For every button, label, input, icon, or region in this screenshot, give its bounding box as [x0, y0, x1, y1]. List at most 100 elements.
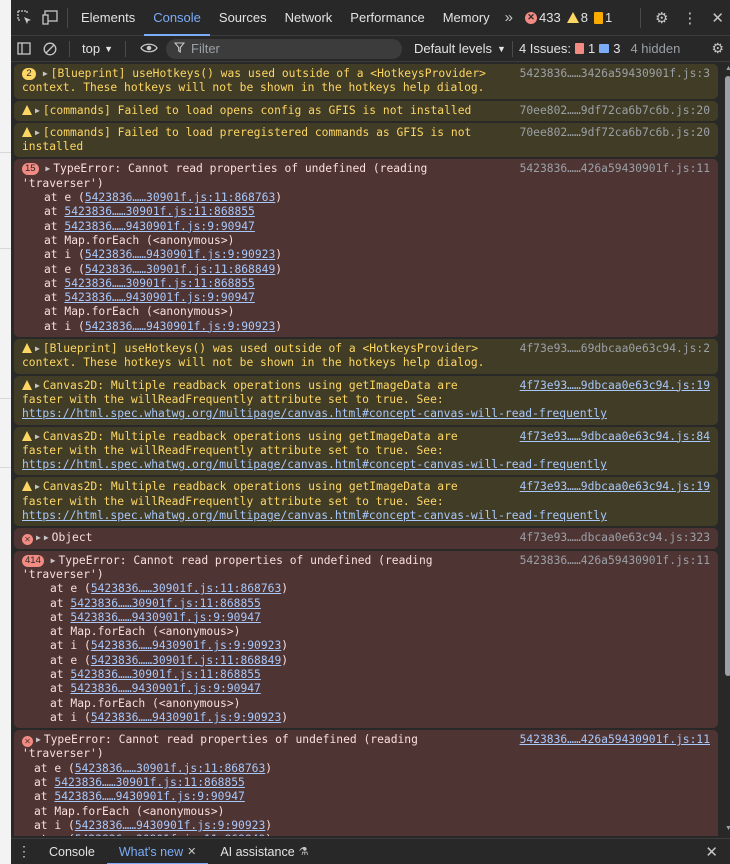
stack-frame-link[interactable]: 5423836……30901f.js:11:868763 [91, 582, 281, 595]
log-levels-dropdown[interactable]: Default levels ▼ [414, 41, 506, 56]
drawer-tab-whats-new[interactable]: What's new ✕ [106, 839, 209, 864]
scroll-up-arrow-icon[interactable]: ▲ [724, 64, 730, 74]
stack-frame-link[interactable]: 5423836……30901f.js:11:868855 [54, 776, 244, 789]
stack-frame-link[interactable]: 5423836……30901f.js:11:868763 [85, 191, 275, 204]
warning-message[interactable]: ▶ Canvas2D: Multiple readback operations … [14, 477, 718, 527]
stack-frame-link[interactable]: 5423836……30901f.js:11:868855 [70, 668, 260, 681]
stack-frame-link[interactable]: 5423836……9430901f.js:9:90923 [75, 819, 265, 832]
message-line: faster with the willReadFrequently attri… [22, 444, 710, 458]
message-line: faster with the willReadFrequently attri… [22, 495, 710, 509]
expand-caret-icon[interactable]: ▶ [51, 556, 56, 565]
message-counts[interactable]: ✕ 433 8 1 [525, 10, 612, 25]
warning-message[interactable]: ▶ [Blueprint] useHotkeys() was used outsi… [14, 339, 718, 374]
expand-caret-icon[interactable]: ▶ [35, 128, 40, 137]
error-message[interactable]: ✕ ▶ TypeError: Cannot read properties of u… [14, 730, 718, 836]
error-message[interactable]: ✕ ▶ ▶ Object 4f73e93……dbcaa0e63c94.js:323 [14, 528, 718, 549]
device-toolbar-icon[interactable] [37, 0, 63, 36]
source-location-link[interactable]: 4f73e93……9dbcaa0e63c94.js:84 [520, 430, 710, 443]
source-location-link[interactable]: 5423836……426a59430901f.js:11 [520, 554, 710, 567]
scroll-down-arrow-icon[interactable]: ▼ [724, 824, 730, 834]
filter-input[interactable]: Filter [166, 38, 402, 59]
hidden-count: 4 hidden [630, 41, 681, 56]
sidebar-toggle-icon[interactable] [11, 42, 37, 55]
message-text: [Blueprint] useHotkeys() was used outsid… [50, 67, 486, 80]
expand-caret-icon[interactable]: ▶ [43, 69, 48, 78]
drawer-tab-console[interactable]: Console [37, 839, 107, 864]
stack-frame-link[interactable]: 5423836……9430901f.js:9:90923 [85, 320, 275, 333]
more-options-icon[interactable]: ⋮ [682, 9, 697, 27]
error-message[interactable]: 414 ▶ TypeError: Cannot read properties o… [14, 550, 718, 729]
documentation-link[interactable]: https://html.spec.whatwg.org/multipage/c… [22, 407, 607, 420]
expand-caret-icon[interactable]: ▶ [35, 432, 40, 441]
message-text: [commands] Failed to load opens config a… [42, 103, 472, 117]
scrollbar-thumb[interactable] [725, 76, 730, 676]
source-location-link[interactable]: 4f73e93……dbcaa0e63c94.js:323 [520, 531, 710, 544]
stack-frame-link[interactable]: 5423836……9430901f.js:9:90923 [85, 248, 275, 261]
stack-frame-link[interactable]: 5423836……9430901f.js:9:90947 [64, 291, 254, 304]
stack-frame-link[interactable]: 5423836……30901f.js:11:868855 [64, 277, 254, 290]
source-location-link[interactable]: 4f73e93……9dbcaa0e63c94.js:19 [520, 480, 710, 493]
expand-caret-icon[interactable]: ▶ [36, 735, 41, 744]
stack-frame-link[interactable]: 5423836……9430901f.js:9:90923 [91, 711, 281, 724]
warning-message[interactable]: ▶ [commands] Failed to load opens config … [14, 100, 718, 121]
stack-frame-link[interactable]: 5423836……30901f.js:11:868849 [75, 833, 265, 836]
stack-frame-link[interactable]: 5423836……9430901f.js:9:90947 [54, 790, 244, 803]
warning-message[interactable]: ▶ Canvas2D: Multiple readback operations … [14, 375, 718, 425]
source-location-link[interactable]: 70ee802……9df72ca6b7c6b.js:20 [520, 126, 710, 139]
stack-frame-link[interactable]: 5423836……30901f.js:11:868763 [75, 762, 265, 775]
tab-memory[interactable]: Memory [434, 0, 499, 36]
close-devtools-icon[interactable]: ✕ [711, 9, 724, 27]
stack-frame-text: at e ( [50, 653, 91, 667]
source-location-link[interactable]: 4f73e93……9dbcaa0e63c94.js:19 [520, 379, 710, 392]
source-location-link[interactable]: 5423836……426a59430901f.js:11 [520, 733, 710, 746]
source-location-link[interactable]: 5423836……426a59430901f.js:11 [520, 162, 710, 175]
documentation-link[interactable]: https://html.spec.whatwg.org/multipage/c… [22, 509, 607, 522]
console-scrollbar[interactable]: ▲ ▼ [724, 62, 730, 836]
source-location-link[interactable]: 4f73e93……69dbcaa0e63c94.js:2 [520, 342, 710, 355]
expand-caret-icon[interactable]: ▶ [35, 482, 40, 491]
tab-sources[interactable]: Sources [210, 0, 276, 36]
clear-console-icon[interactable] [37, 42, 63, 56]
close-tab-icon[interactable]: ✕ [187, 845, 196, 858]
inspect-element-icon[interactable] [11, 0, 37, 36]
tab-elements[interactable]: Elements [72, 0, 144, 36]
drawer-tab-ai-label: AI assistance [220, 844, 295, 859]
issues-counter[interactable]: 4 Issues: 1 3 [519, 41, 621, 56]
tab-network[interactable]: Network [276, 0, 342, 36]
console-filter-bar: top ▼ Filter Default levels ▼ 4 Issues: [11, 36, 730, 62]
drawer-tab-ai-assistance[interactable]: AI assistance ⚗ [208, 839, 320, 864]
source-location-link[interactable]: 70ee802……9df72ca6b7c6b.js:20 [520, 104, 710, 117]
expand-caret-icon[interactable]: ▶ [44, 533, 49, 542]
tab-performance[interactable]: Performance [341, 0, 433, 36]
documentation-link[interactable]: https://html.spec.whatwg.org/multipage/c… [22, 458, 607, 471]
source-location-link[interactable]: 5423836……3426a59430901f.js:3 [520, 67, 710, 80]
expand-caret-icon[interactable]: ▶ [35, 344, 40, 353]
expand-caret-icon[interactable]: ▶ [35, 381, 40, 390]
drawer-menu-icon[interactable]: ⋮ [11, 843, 37, 860]
stack-frame-link[interactable]: 5423836……30901f.js:11:868855 [64, 205, 254, 218]
stack-frame-link[interactable]: 5423836……9430901f.js:9:90923 [91, 639, 281, 652]
stack-frame-link[interactable]: 5423836……9430901f.js:9:90947 [70, 682, 260, 695]
live-expression-eye-icon[interactable] [132, 41, 166, 57]
error-message[interactable]: 15 ▶ TypeError: Cannot read properties of… [14, 159, 718, 338]
more-tabs-icon[interactable]: » [499, 9, 519, 26]
message-text: TypeError: Cannot read properties of und… [53, 162, 428, 176]
warning-message[interactable]: ▶ [commands] Failed to load preregistered… [14, 122, 718, 158]
close-drawer-icon[interactable]: ✕ [705, 843, 718, 861]
console-messages[interactable]: 2 ▶ [Blueprint] useHotkeys() was used out… [11, 62, 721, 836]
stack-frame-link[interactable]: 5423836……30901f.js:11:868849 [85, 263, 275, 276]
warning-message[interactable]: 2 ▶ [Blueprint] useHotkeys() was used out… [14, 64, 718, 99]
stack-frame-link[interactable]: 5423836……9430901f.js:9:90947 [70, 611, 260, 624]
stack-frame-link[interactable]: 5423836……9430901f.js:9:90947 [64, 220, 254, 233]
warning-message[interactable]: ▶ Canvas2D: Multiple readback operations … [14, 426, 718, 476]
expand-caret-icon[interactable]: ▶ [45, 164, 50, 173]
context-selector[interactable]: top ▼ [76, 41, 119, 56]
stack-frame-link[interactable]: 5423836……30901f.js:11:868849 [91, 654, 281, 667]
stack-frame-link[interactable]: 5423836……30901f.js:11:868855 [70, 597, 260, 610]
toolbar-divider [639, 8, 641, 28]
expand-caret-icon[interactable]: ▶ [35, 106, 40, 115]
console-settings-gear-icon[interactable]: ⚙ [711, 40, 724, 57]
expand-caret-icon[interactable]: ▶ [36, 533, 41, 542]
settings-gear-icon[interactable]: ⚙ [655, 9, 668, 27]
tab-console[interactable]: Console [144, 0, 210, 36]
